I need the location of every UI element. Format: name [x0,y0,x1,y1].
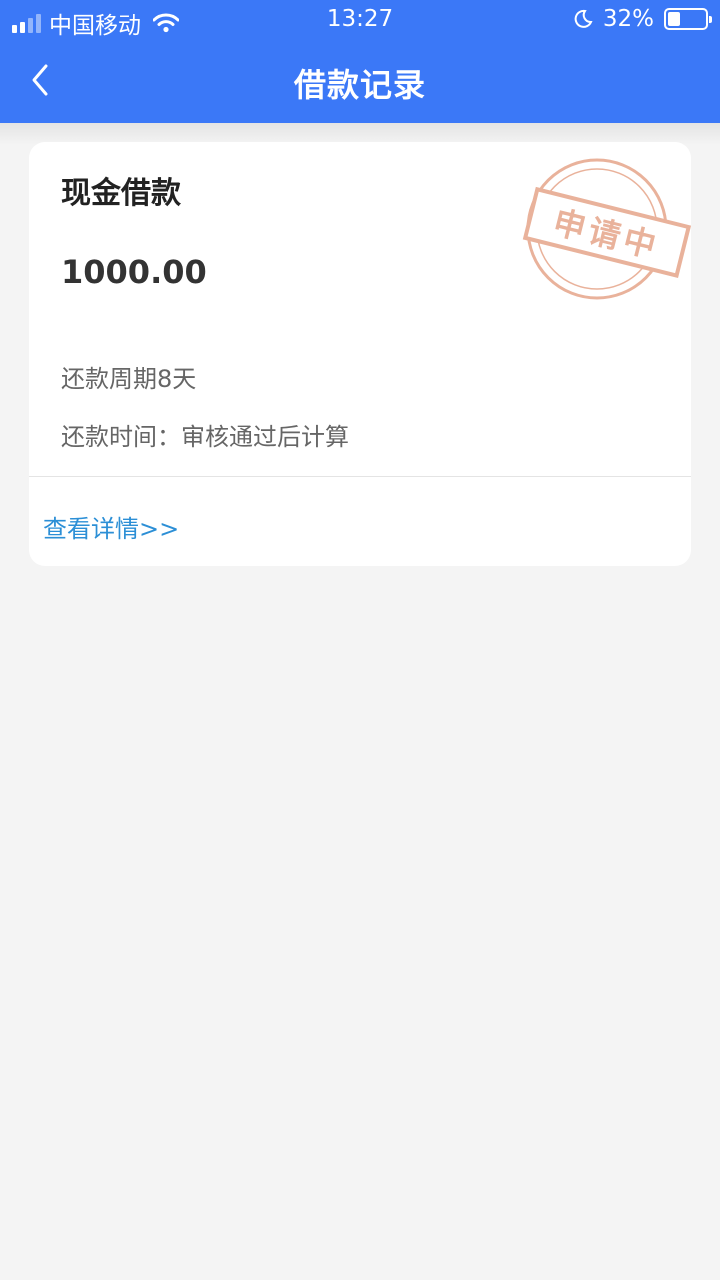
moon-icon [574,9,593,28]
status-stamp: 申请中 [522,158,691,300]
loan-type-title: 现金借款 [61,176,181,211]
loan-amount: 1000.00 [61,253,207,291]
page-title: 借款记录 [293,66,426,104]
status-bar-right: 32% [573,6,712,32]
status-bar: 中国移动 13:27 32% [0,0,720,40]
battery-percent: 32% [602,6,654,32]
nav-bar: 借款记录 [0,40,720,123]
repayment-period: 还款周期8天 [61,365,197,393]
repayment-time: 还款时间：审核通过后计算 [61,423,349,451]
top-bar: 中国移动 13:27 32% 借款记录 [0,0,720,123]
divider [29,476,691,477]
view-details-link[interactable]: 查看详情>> [43,509,179,544]
battery-icon [664,8,712,30]
loan-record-card[interactable]: 现金借款 1000.00 还款周期8天 还款时间：审核通过后计算 查看详情>> … [29,142,691,566]
battery-fill [668,12,680,26]
